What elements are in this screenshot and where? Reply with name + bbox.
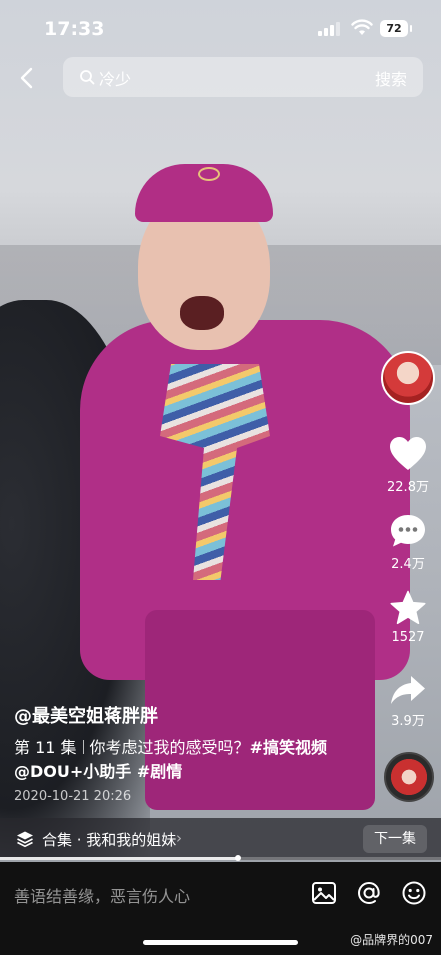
chevron-right-icon: › [176,829,182,847]
share-button[interactable]: 3.9万 [378,674,438,729]
episode-number: 第 11 集 [14,738,77,757]
layers-icon [17,831,33,848]
creator-avatar[interactable] [381,351,435,405]
episode-divider [82,740,84,754]
episode-title: 你考虑过我的感受吗？ [89,738,250,757]
status-bar: 17:33 72 [0,0,441,56]
status-time: 17:33 [44,18,105,40]
author-handle[interactable]: @最美空姐蒋胖胖 [14,702,158,728]
video-progress-fill [0,857,239,860]
comment-count: 2.4万 [391,557,425,572]
video-mouth [180,296,224,330]
favorite-button[interactable]: 1527 [378,590,438,645]
image-icon[interactable] [311,880,337,906]
battery-indicator: 72 [380,20,412,37]
video-cap-badge [198,167,220,181]
comment-button[interactable]: 2.4万 [378,513,438,572]
comment-bubble-icon [391,515,425,547]
search-icon [80,70,95,85]
search-input[interactable]: 冷少 [99,66,131,90]
heart-icon [390,437,426,470]
comment-input[interactable]: 善语结善缘，恶言伤人心 [14,883,190,907]
home-indicator[interactable] [143,940,298,945]
video-progress-bar[interactable] [0,855,441,861]
emoji-icon[interactable] [401,880,427,906]
post-date: 2020-10-21 20:26 [14,789,132,804]
video-frame[interactable] [0,0,441,862]
music-disc[interactable] [384,752,434,802]
watermark: @品牌界的007 [350,933,433,947]
star-icon [390,590,426,625]
like-count: 22.8万 [387,480,429,495]
search-button[interactable]: 搜索 [375,66,407,90]
at-mention-icon[interactable] [356,880,382,906]
collection-bar[interactable]: 合集 · 我和我的姐妹 › 下一集 [0,818,441,860]
collection-label: 合集 · 我和我的姐妹 [42,831,177,849]
video-description: 第 11 集你考虑过我的感受吗？#搞笑视频 @DOU+小助手 #剧情 [14,736,354,784]
share-count: 3.9万 [391,714,425,729]
favorite-count: 1527 [391,630,425,645]
cellular-signal-icon [318,22,340,36]
next-episode-button[interactable]: 下一集 [363,825,427,853]
like-button[interactable]: 22.8万 [378,436,438,495]
back-arrow-icon[interactable] [16,66,40,90]
share-arrow-icon [391,676,425,704]
wifi-icon [351,19,373,35]
search-bar[interactable]: 冷少 搜索 [63,57,423,97]
